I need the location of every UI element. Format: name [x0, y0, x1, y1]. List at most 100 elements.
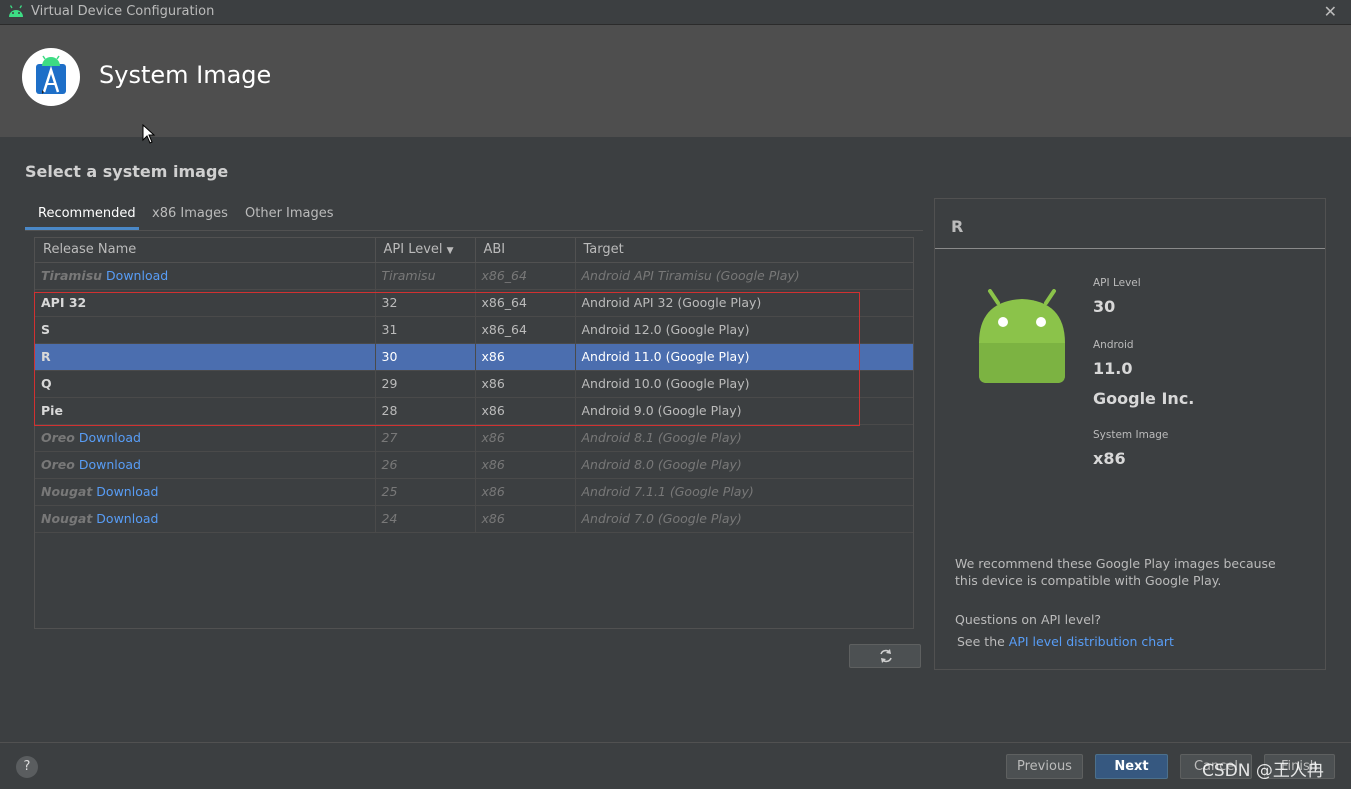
target-cell: Android 7.1.1 (Google Play) [575, 478, 913, 506]
wizard-header: System Image [0, 25, 1351, 137]
selected-image-title: R [951, 217, 964, 236]
table-row[interactable]: Nougat Download 25 x86 Android 7.1.1 (Googl… [35, 478, 913, 506]
api-level-question: Questions on API level? [955, 612, 1102, 627]
release-name: Oreo [41, 430, 75, 445]
release-name-cell: Tiramisu Download [35, 262, 376, 290]
table-header: Release Name API Level ▼ ABI Target [35, 238, 913, 263]
release-name: Tiramisu [41, 268, 103, 283]
release-name: Oreo [41, 457, 75, 472]
download-link[interactable]: Download [79, 457, 141, 472]
android-robot-icon [979, 289, 1065, 383]
android-studio-logo [22, 48, 80, 106]
release-name-cell: Q [35, 370, 376, 398]
target-cell: Android API Tiramisu (Google Play) [575, 262, 913, 290]
table-row[interactable]: API 32 32 x86_64 Android API 32 (Google Pla… [35, 289, 913, 317]
release-name-cell: R [35, 343, 376, 371]
api-level-cell: 25 [375, 478, 476, 506]
wizard-footer: ? Previous Next Cancel Finish CSDN @王人冉 [0, 742, 1351, 789]
target-cell: Android 8.0 (Google Play) [575, 451, 913, 479]
title-bar: Virtual Device Configuration ✕ [0, 0, 1351, 25]
tab-other-images[interactable]: Other Images [245, 206, 334, 221]
target-cell: Android API 32 (Google Play) [575, 289, 913, 317]
table-row[interactable]: Q 29 x86 Android 10.0 (Google Play) [35, 370, 913, 398]
release-name: S [41, 322, 51, 337]
abi-cell: x86_64 [475, 262, 576, 290]
api-level-cell: 30 [375, 343, 476, 371]
release-name-cell: Nougat Download [35, 505, 376, 533]
help-icon[interactable]: ? [16, 756, 38, 778]
tab-recommended[interactable]: Recommended [38, 206, 136, 221]
release-name-cell: API 32 [35, 289, 376, 317]
release-name: Pie [41, 403, 63, 418]
release-name-cell: Oreo Download [35, 424, 376, 452]
table-row[interactable]: R 30 x86 Android 11.0 (Google Play) [35, 343, 913, 371]
release-name: Q [41, 376, 52, 391]
target-cell: Android 12.0 (Google Play) [575, 316, 913, 344]
close-icon[interactable]: ✕ [1324, 2, 1337, 21]
download-link[interactable]: Download [96, 511, 158, 526]
api-level-cell: 26 [375, 451, 476, 479]
abi-cell: x86 [475, 451, 576, 479]
release-name: Nougat [41, 484, 93, 499]
api-level-cell: 31 [375, 316, 476, 344]
column-header-abi[interactable]: ABI [475, 238, 576, 263]
release-name: Nougat [41, 511, 93, 526]
api-level-cell: Tiramisu [375, 262, 476, 290]
column-header-api-level[interactable]: API Level ▼ [375, 238, 476, 263]
api-level-label: API Level [1093, 277, 1141, 289]
release-name-cell: S [35, 316, 376, 344]
api-level-distribution-link[interactable]: API level distribution chart [1009, 634, 1174, 649]
divider [935, 248, 1325, 249]
column-header-target[interactable]: Target [575, 238, 913, 263]
api-level-cell: 32 [375, 289, 476, 317]
target-cell: Android 8.1 (Google Play) [575, 424, 913, 452]
image-details-panel: R API Level 30 Android 11.0 Google Inc. … [934, 198, 1326, 670]
abi-cell: x86 [475, 343, 576, 371]
table-row[interactable]: Nougat Download 24 x86 Android 7.0 (Google … [35, 505, 913, 533]
release-name-cell: Oreo Download [35, 451, 376, 479]
download-link[interactable]: Download [79, 430, 141, 445]
abi-cell: x86_64 [475, 316, 576, 344]
table-row[interactable]: Oreo Download 27 x86 Android 8.1 (Google Pl… [35, 424, 913, 452]
target-cell: Android 11.0 (Google Play) [575, 343, 913, 371]
column-header-release-name[interactable]: Release Name [35, 238, 376, 263]
see-the-text: See the [957, 634, 1009, 649]
download-link[interactable]: Download [96, 484, 158, 499]
target-cell: Android 9.0 (Google Play) [575, 397, 913, 425]
mouse-cursor-icon [142, 124, 156, 144]
table-row[interactable]: Tiramisu Download Tiramisu x86_64 Android A… [35, 262, 913, 290]
abi-cell: x86 [475, 505, 576, 533]
api-distribution-line: See the API level distribution chart [957, 633, 1174, 650]
next-button[interactable]: Next [1095, 754, 1168, 779]
release-name-cell: Nougat Download [35, 478, 376, 506]
release-name: R [41, 349, 51, 364]
system-image-value: x86 [1093, 449, 1126, 468]
api-level-cell: 27 [375, 424, 476, 452]
abi-cell: x86_64 [475, 289, 576, 317]
table-row[interactable]: Pie 28 x86 Android 9.0 (Google Play) [35, 397, 913, 425]
api-level-value: 30 [1093, 297, 1116, 316]
abi-cell: x86 [475, 397, 576, 425]
target-cell: Android 10.0 (Google Play) [575, 370, 913, 398]
download-link[interactable]: Download [106, 268, 168, 283]
refresh-button[interactable] [849, 644, 921, 668]
window-title: Virtual Device Configuration [31, 4, 215, 19]
recommendation-note: We recommend these Google Play images be… [955, 556, 1276, 588]
target-cell: Android 7.0 (Google Play) [575, 505, 913, 533]
previous-button[interactable]: Previous [1006, 754, 1083, 779]
android-icon [9, 5, 23, 17]
section-title: Select a system image [25, 162, 229, 181]
vendor-value: Google Inc. [1093, 389, 1195, 408]
release-name-cell: Pie [35, 397, 376, 425]
api-level-cell: 28 [375, 397, 476, 425]
system-image-table: Release Name API Level ▼ ABI Target Tira… [34, 237, 914, 629]
page-title: System Image [99, 61, 272, 89]
table-row[interactable]: Oreo Download 26 x86 Android 8.0 (Google Pl… [35, 451, 913, 479]
active-tab-indicator [25, 227, 139, 230]
api-level-cell: 24 [375, 505, 476, 533]
tab-x86-images[interactable]: x86 Images [152, 206, 228, 221]
table-row[interactable]: S 31 x86_64 Android 12.0 (Google Play) [35, 316, 913, 344]
abi-cell: x86 [475, 370, 576, 398]
release-name: API 32 [41, 295, 87, 310]
watermark-text: CSDN @王人冉 [1202, 761, 1324, 781]
